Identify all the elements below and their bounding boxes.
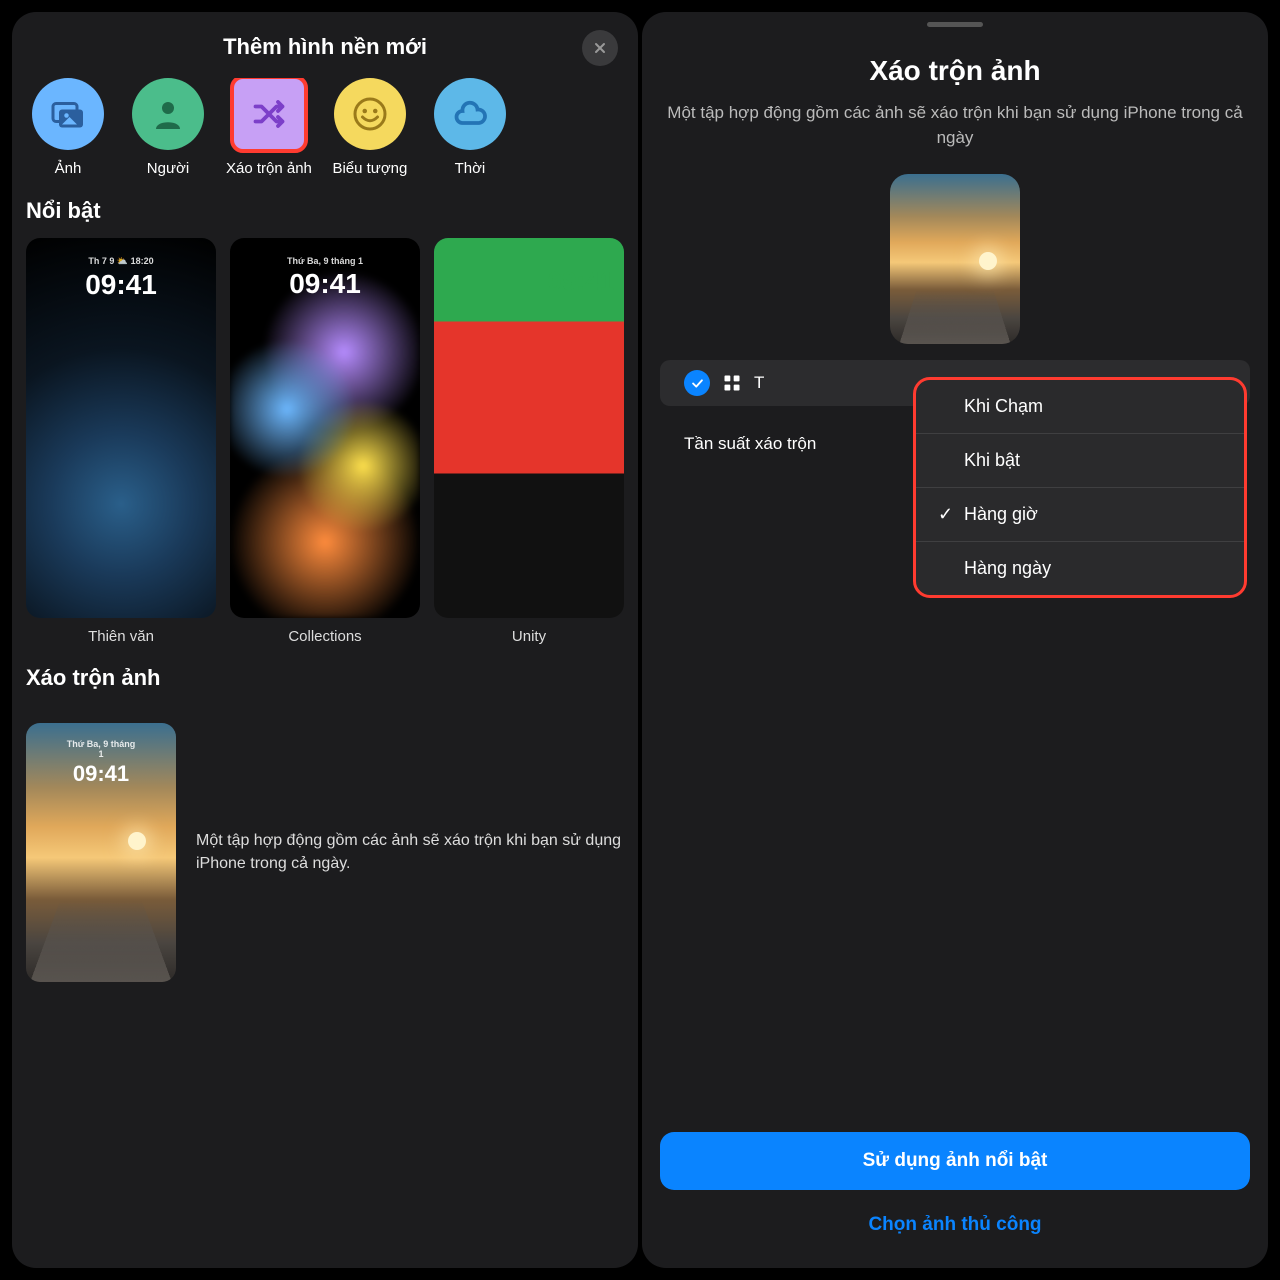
category-label: Người [147,160,189,178]
category-label: Xáo trộn ảnh [226,160,312,178]
choose-manual-button[interactable]: Chọn ảnh thủ công [660,1206,1250,1244]
photos-icon [32,78,104,150]
featured-card-astronomy[interactable]: Th 7 9 ⛅ 18:2009:41 Thiên văn [26,238,216,645]
frequency-popup: ✓Khi Chạm✓Khi bật✓Hàng giờ✓Hàng ngày [916,380,1244,595]
use-featured-button[interactable]: Sử dụng ảnh nổi bật [660,1132,1250,1190]
emoji-icon [334,78,406,150]
config-title: Xáo trộn ảnh [666,55,1244,87]
popup-option[interactable]: ✓Khi bật [916,434,1244,488]
featured-cards: Th 7 9 ⛅ 18:2009:41 Thiên văn Thứ Ba, 9 … [26,238,624,645]
popup-option[interactable]: ✓Hàng giờ [916,488,1244,542]
shuffle-icon [233,78,305,150]
frequency-label: Tần suất xáo trộn [684,434,816,454]
category-photos[interactable]: Ảnh [26,78,110,178]
category-label: Ảnh [55,160,82,178]
bottom-actions: Sử dụng ảnh nổi bật Chọn ảnh thủ công [660,1132,1250,1244]
popup-option[interactable]: ✓Hàng ngày [916,542,1244,595]
grid-icon [722,373,742,393]
featured-section: Nổi bật Th 7 9 ⛅ 18:2009:41 Thiên văn Th… [12,178,638,645]
right-phone: Xáo trộn ảnh Một tập hợp động gồm các ản… [642,12,1268,1268]
shuffle-description: Một tập hợp động gồm các ảnh sẽ xáo trộn… [196,829,624,875]
config-subtitle: Một tập hợp động gồm các ảnh sẽ xáo trộn… [666,101,1244,150]
left-phone: Thêm hình nền mới Ảnh Người Xáo trộn ảnh Bi… [12,12,638,1268]
cloud-icon [434,78,506,150]
config-preview [890,174,1020,344]
checkmark-icon: ✓ [938,504,954,525]
featured-card-collections[interactable]: Thứ Ba, 9 tháng 109:41 Collections [230,238,420,645]
shuffle-preview: Thứ Ba, 9 tháng 109:41 [26,723,176,982]
category-person[interactable]: Người [126,78,210,178]
shuffle-heading: Xáo trộn ảnh [26,665,624,691]
category-row: Ảnh Người Xáo trộn ảnh Biểu tượng Thời [12,78,638,178]
person-icon [132,78,204,150]
category-label: Thời [455,160,486,178]
category-shuffle[interactable]: Xáo trộn ảnh [226,78,312,178]
modal-title: Thêm hình nền mới [223,34,427,60]
category-cloud[interactable]: Thời [428,78,512,178]
popup-option[interactable]: ✓Khi Chạm [916,380,1244,434]
modal-header: Thêm hình nền mới [12,12,638,78]
shuffle-config: Xáo trộn ảnh Một tập hợp động gồm các ản… [642,27,1268,344]
shuffle-section: Xáo trộn ảnh [12,645,638,691]
featured-heading: Nổi bật [26,198,624,224]
featured-card-unity[interactable]: 09:41 Unity [434,238,624,645]
shuffle-row[interactable]: Thứ Ba, 9 tháng 109:41 Một tập hợp động … [12,705,638,1000]
wallpaper-preview: 09:41 [434,238,624,618]
toggle-label: T [754,373,764,393]
close-button[interactable] [582,30,618,66]
category-emoji[interactable]: Biểu tượng [328,78,412,178]
close-icon [592,40,608,56]
checked-icon [684,370,710,396]
category-label: Biểu tượng [332,160,407,178]
wallpaper-preview: Th 7 9 ⛅ 18:2009:41 [26,238,216,618]
wallpaper-preview: Thứ Ba, 9 tháng 109:41 [230,238,420,618]
